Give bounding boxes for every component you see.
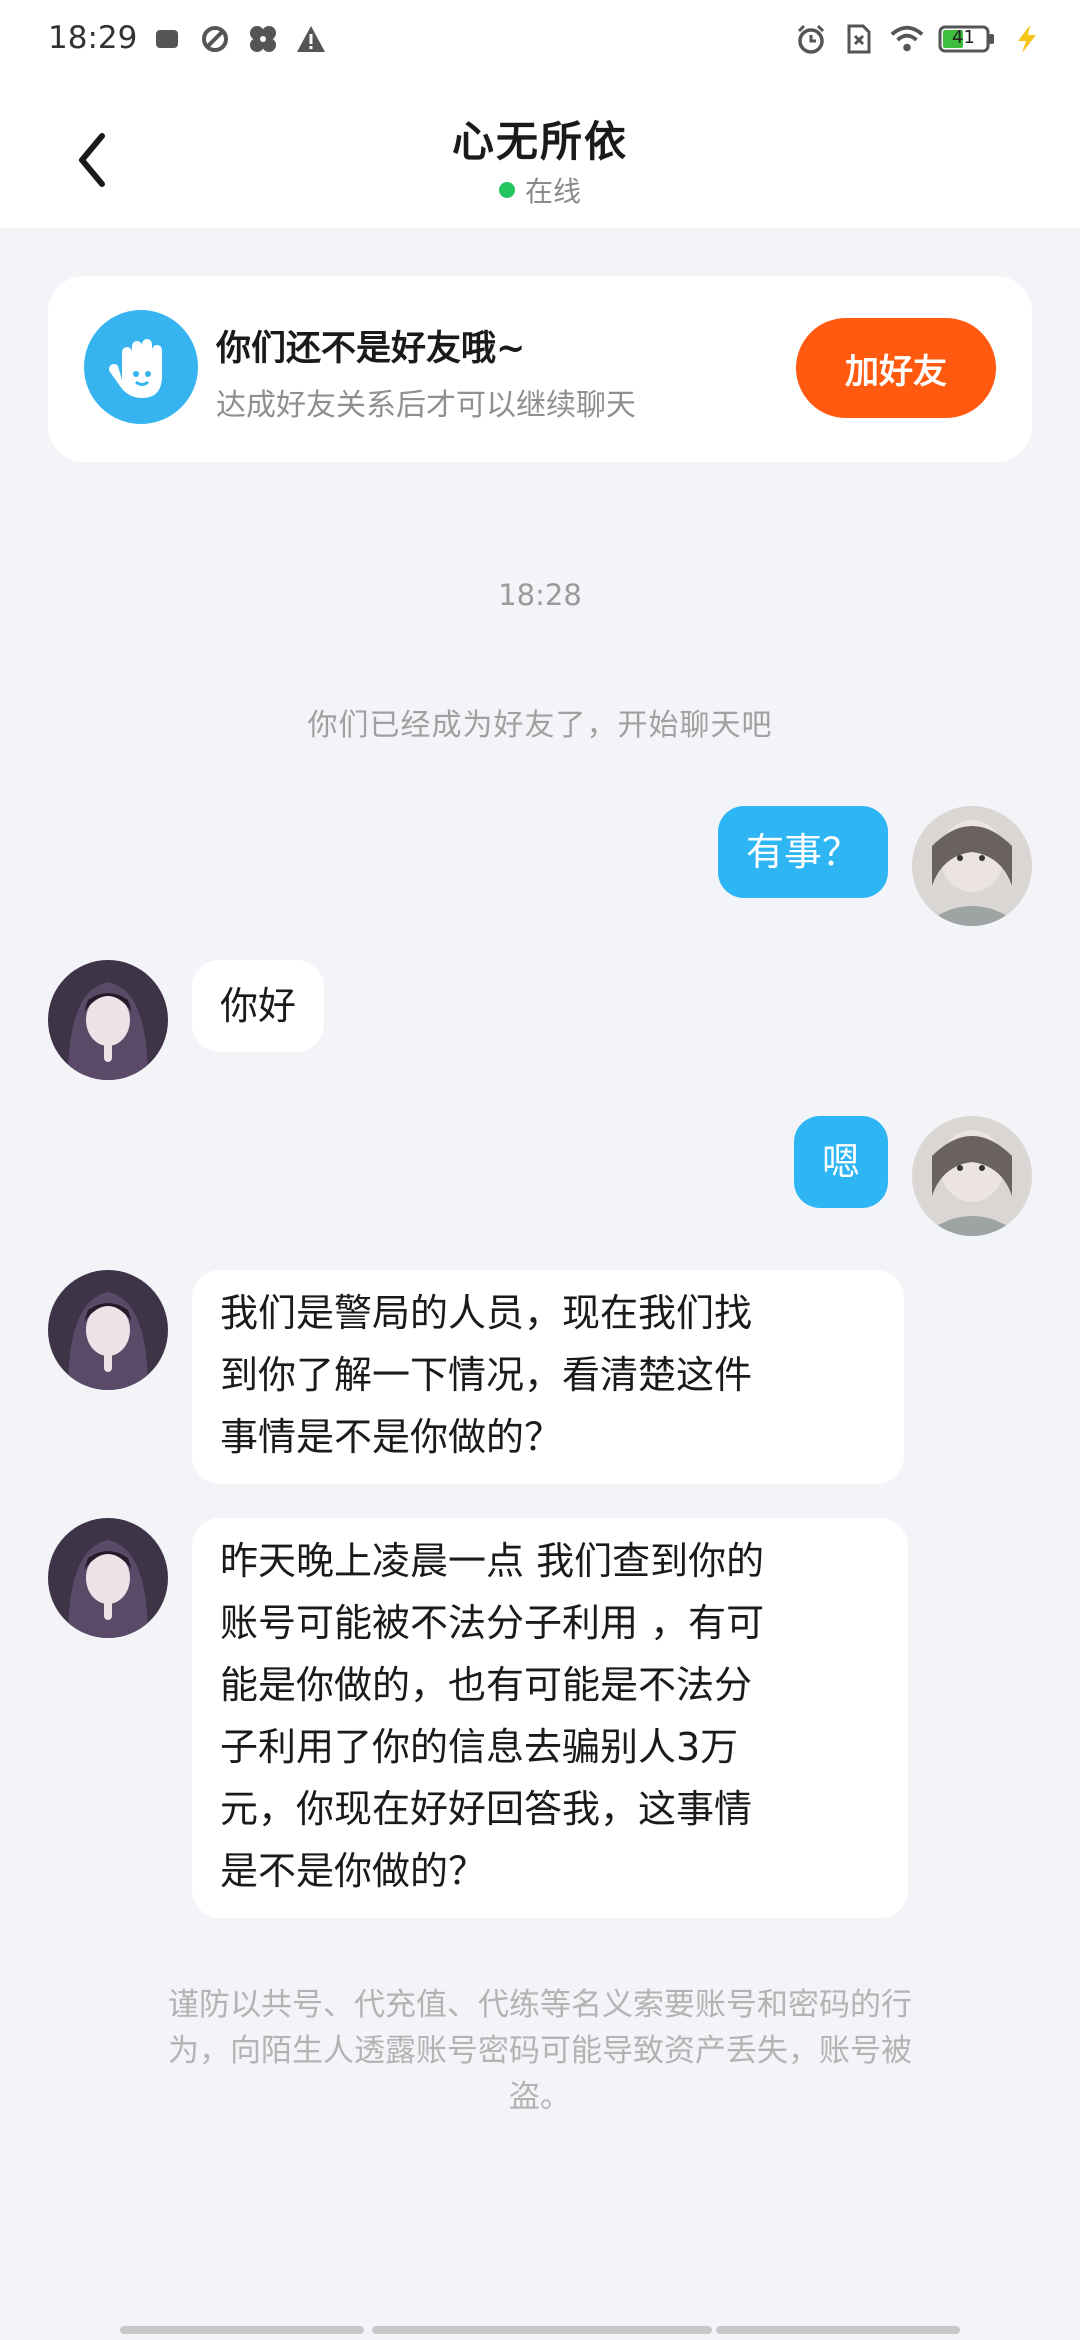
my-avatar[interactable] bbox=[912, 806, 1032, 926]
warning-line: 盗。 bbox=[509, 2079, 571, 2115]
message-line: 事情是不是你做的？ bbox=[220, 1415, 563, 1459]
online-status: 在线 bbox=[0, 170, 1080, 210]
chat-timestamp: 18:28 bbox=[498, 578, 582, 612]
my-avatar[interactable] bbox=[912, 1116, 1032, 1236]
battery-level: 41 bbox=[952, 27, 975, 48]
message-line: 昨天晚上凌晨一点 我们查到你的 bbox=[220, 1539, 765, 1583]
bottom-indicator bbox=[716, 2326, 960, 2334]
security-warning: 谨防以共号、代充值、代练等名义索要账号和密码的行 为，向陌生人透露账号密码可能导… bbox=[100, 1982, 980, 2120]
online-dot-icon bbox=[498, 182, 515, 198]
message-line: 账号可能被不法分子利用 ，有可 bbox=[220, 1601, 765, 1645]
contact-name: 心无所依 bbox=[451, 117, 628, 166]
wifi-icon bbox=[890, 22, 924, 56]
message-bubble-incoming[interactable]: 昨天晚上凌晨一点 我们查到你的 账号可能被不法分子利用 ，有可 能是你做的，也有… bbox=[192, 1518, 908, 1918]
friend-notice-subtitle: 达成好友关系后才可以继续聊天 bbox=[216, 388, 636, 423]
status-icons-left bbox=[150, 22, 328, 56]
message-line: 我们是警局的人员，现在我们找 bbox=[220, 1291, 753, 1335]
message-text: 有事？ bbox=[745, 830, 860, 874]
online-status-label: 在线 bbox=[524, 175, 581, 208]
message-text: 你好 bbox=[220, 984, 297, 1028]
contact-avatar[interactable] bbox=[48, 1518, 168, 1638]
hand-wave-icon bbox=[84, 310, 198, 424]
contact-avatar[interactable] bbox=[48, 960, 168, 1080]
message-bubble-outgoing[interactable]: 有事？ bbox=[717, 806, 888, 898]
message-bubble-incoming[interactable]: 我们是警局的人员，现在我们找 到你了解一下情况，看清楚这件 事情是不是你做的？ bbox=[192, 1270, 904, 1484]
message-line: 能是你做的，也有可能是不法分 bbox=[220, 1663, 753, 1707]
add-friend-button[interactable]: 加好友 bbox=[796, 318, 996, 418]
warning-line: 谨防以共号、代充值、代练等名义索要账号和密码的行 bbox=[168, 1987, 912, 2023]
warning-line: 为，向陌生人透露账号密码可能导致资产丢失，账号被 bbox=[168, 2033, 912, 2069]
alarm-icon bbox=[794, 22, 828, 56]
friend-notice-title: 你们还不是好友哦~ bbox=[216, 329, 526, 369]
friend-request-card: 你们还不是好友哦~ 达成好友关系后才可以继续聊天 加好友 bbox=[48, 276, 1032, 462]
charging-icon bbox=[1010, 22, 1044, 56]
notification-icon bbox=[150, 22, 184, 56]
status-time: 18:29 bbox=[48, 20, 138, 56]
message-bubble-outgoing[interactable]: 嗯 bbox=[793, 1116, 888, 1208]
bottom-indicator bbox=[372, 2326, 712, 2334]
no-sim-icon bbox=[842, 22, 876, 56]
contact-avatar[interactable] bbox=[48, 1270, 168, 1390]
message-line: 是不是你做的？ bbox=[220, 1849, 487, 1893]
fan-icon bbox=[246, 22, 280, 56]
battery-icon: 41 bbox=[938, 24, 996, 54]
system-message: 你们已经成为好友了，开始聊天吧 bbox=[307, 708, 773, 743]
warning-icon bbox=[294, 22, 328, 56]
status-bar: 18:29 41 bbox=[0, 0, 1080, 84]
message-text: 嗯 bbox=[821, 1140, 860, 1184]
message-line: 子利用了你的信息去骗别人3万 bbox=[220, 1725, 739, 1769]
message-bubble-incoming[interactable]: 你好 bbox=[192, 960, 325, 1052]
status-icons-right: 41 bbox=[794, 22, 1044, 56]
message-line: 元，你现在好好回答我，这事情 bbox=[220, 1787, 753, 1831]
bottom-indicator bbox=[120, 2326, 364, 2334]
chat-header: 心无所依 在线 bbox=[0, 84, 1080, 228]
sync-icon bbox=[198, 22, 232, 56]
message-line: 到你了解一下情况，看清楚这件 bbox=[220, 1353, 753, 1397]
